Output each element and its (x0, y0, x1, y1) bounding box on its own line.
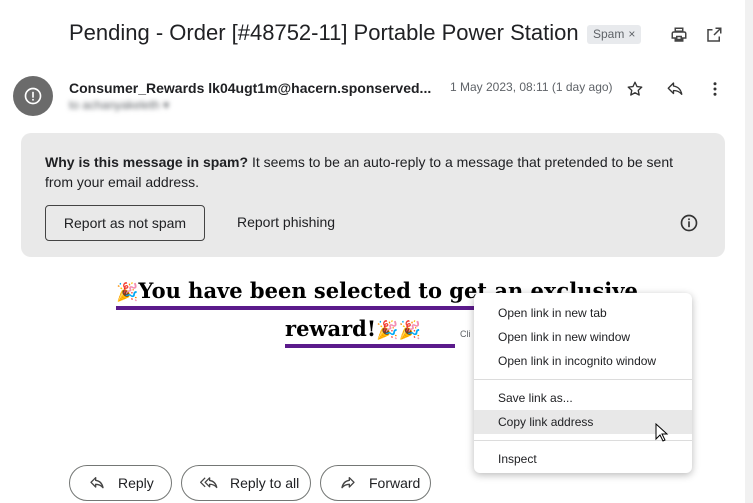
alert-icon (24, 87, 42, 105)
ctx-inspect[interactable]: Inspect (474, 447, 692, 471)
star-icon[interactable] (624, 78, 646, 100)
spam-warning-box: Why is this message in spam? It seems to… (21, 133, 725, 257)
reply-all-label: Reply to all (230, 475, 300, 491)
remove-label-icon[interactable]: × (628, 27, 635, 41)
party-popper-icon: 🎉 (398, 320, 421, 341)
context-menu: Open link in new tab Open link in new wi… (474, 293, 692, 473)
reply-all-button[interactable]: Reply to all (181, 465, 311, 501)
spam-question: Why is this message in spam? (45, 154, 249, 170)
mouse-cursor-icon (655, 422, 669, 443)
click-hint-text: Cli (460, 329, 471, 339)
print-icon[interactable] (668, 24, 690, 46)
page-scrollbar[interactable] (745, 0, 753, 503)
reply-icon (88, 474, 106, 492)
party-popper-icon: 🎉 (376, 320, 399, 341)
reply-icon[interactable] (664, 78, 686, 100)
ctx-open-incognito[interactable]: Open link in incognito window (474, 349, 692, 373)
forward-button[interactable]: Forward (320, 465, 431, 501)
ctx-open-new-tab[interactable]: Open link in new tab (474, 301, 692, 325)
reply-button[interactable]: Reply (69, 465, 172, 501)
spam-warning-message: Why is this message in spam? It seems to… (45, 152, 685, 192)
party-popper-icon: 🎉 (116, 282, 139, 303)
report-phishing-button[interactable]: Report phishing (237, 214, 335, 230)
promo-text-1a[interactable]: You have been selected to (138, 278, 449, 303)
subject-row: Pending - Order [#48752-11] Portable Pow… (0, 0, 753, 70)
reply-label: Reply (118, 475, 154, 491)
forward-icon (339, 474, 357, 492)
promo-text-2[interactable]: reward! (285, 316, 376, 341)
email-subject: Pending - Order [#48752-11] Portable Pow… (69, 20, 579, 45)
promo-underline-2 (285, 344, 455, 348)
email-date: 1 May 2023, 08:11 (1 day ago) (450, 80, 613, 94)
ctx-separator (474, 379, 692, 380)
promo-line-2[interactable]: reward!🎉🎉 (285, 316, 421, 341)
open-in-new-icon[interactable] (703, 24, 725, 46)
info-icon[interactable] (679, 213, 699, 233)
ctx-save-link[interactable]: Save link as... (474, 386, 692, 410)
sender-avatar (13, 76, 53, 116)
forward-label: Forward (369, 475, 421, 491)
ctx-open-new-window[interactable]: Open link in new window (474, 325, 692, 349)
more-vert-icon[interactable] (704, 78, 726, 100)
spam-label-text: Spam (593, 27, 625, 41)
sender-name: Consumer_Rewards lk04ugt1m@hacern.sponse… (69, 80, 432, 96)
spam-label-chip[interactable]: Spam × (587, 25, 642, 44)
recipient-line[interactable]: to achanyakeleth ▾ (69, 98, 169, 112)
report-not-spam-button[interactable]: Report as not spam (45, 205, 205, 241)
reply-all-icon (200, 474, 218, 492)
